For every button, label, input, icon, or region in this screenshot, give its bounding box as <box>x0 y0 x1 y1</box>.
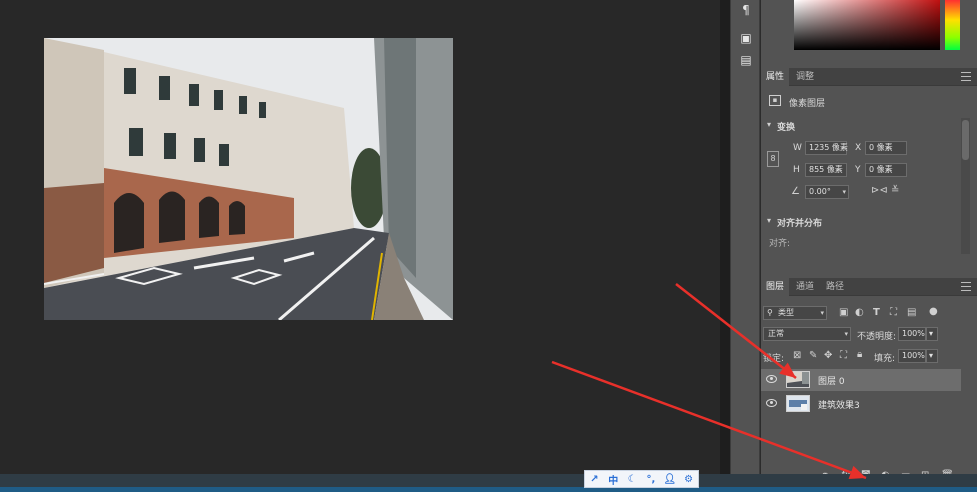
lock-brush-icon[interactable]: ✎ <box>809 350 817 362</box>
hue-slider[interactable] <box>945 0 960 50</box>
punctuation-icon[interactable]: °, <box>644 474 658 485</box>
properties-scrollbar[interactable] <box>961 118 970 254</box>
lock-all-icon[interactable]: 🔒︎ <box>857 349 862 361</box>
angle-value: 0.00° <box>809 187 831 196</box>
chevron-down-icon[interactable]: ▾ <box>767 215 771 227</box>
tab-layers[interactable]: 图层 <box>761 278 790 296</box>
chevron-down-icon: ▾ <box>844 330 848 338</box>
angle-field[interactable]: 0.00° ▾ <box>805 185 849 199</box>
ime-mode-toggle[interactable]: 中 <box>606 472 620 487</box>
layers-tabbar: 图层 通道 路径 <box>761 278 977 296</box>
properties-menu-icon[interactable] <box>961 72 971 81</box>
layer-row[interactable]: 图层 0 <box>761 369 961 391</box>
filter-smart-object-icon[interactable]: ▤ <box>907 307 916 319</box>
lock-label: 锁定: <box>763 354 785 364</box>
tab-adjustments[interactable]: 调整 <box>791 68 819 86</box>
filter-adjustment-icon[interactable]: ◐ <box>855 307 864 319</box>
street-photo-illustration <box>44 38 453 320</box>
ime-toolbar: ↗ 中 ☾ °, 👤︎ ⚙ <box>584 470 699 488</box>
opacity-field[interactable]: 100% <box>898 327 926 341</box>
visibility-eye-icon[interactable] <box>766 399 777 407</box>
layer-name[interactable]: 图层 0 <box>818 374 845 387</box>
color-panel <box>761 0 977 64</box>
tab-paths[interactable]: 路径 <box>821 278 849 296</box>
visibility-eye-icon[interactable] <box>766 375 777 383</box>
filter-toggle-icon[interactable]: ● <box>929 306 938 318</box>
notes-icon[interactable]: ▤ <box>738 52 754 68</box>
opacity-label: 不透明度: <box>857 332 897 342</box>
align-heading[interactable]: 对齐并分布 <box>777 216 822 229</box>
filter-pixel-icon[interactable]: ▣ <box>839 307 848 319</box>
flip-horizontal-icon[interactable]: ⊳⊲ <box>871 185 888 197</box>
transform-heading[interactable]: 变换 <box>777 120 795 133</box>
moon-icon[interactable]: ☾ <box>625 474 639 485</box>
y-label: Y <box>855 165 861 175</box>
flip-vertical-icon[interactable]: ≚ <box>891 185 899 197</box>
scrollbar-thumb[interactable] <box>962 120 969 160</box>
align-label: 对齐: <box>769 239 791 249</box>
tab-properties[interactable]: 属性 <box>761 68 790 86</box>
w-label: W <box>793 143 802 153</box>
chevron-down-icon[interactable]: ▾ <box>842 186 846 198</box>
layer-thumbnail <box>786 395 810 412</box>
width-field[interactable]: 1235 像素 <box>805 141 848 155</box>
search-icon: ⚲ <box>767 308 773 317</box>
x-label: X <box>855 143 862 153</box>
paragraph-icon[interactable]: ¶ <box>738 2 754 18</box>
layer-filter-value: 类型 <box>778 308 794 317</box>
y-field[interactable]: 0 像素 <box>865 163 907 177</box>
lock-transparency-icon[interactable]: ⊠ <box>793 350 801 362</box>
height-field[interactable]: 855 像素 <box>805 163 847 177</box>
layer-row[interactable]: 建筑效果3 <box>761 393 961 415</box>
libraries-icon[interactable]: ▣ <box>738 30 754 46</box>
canvas-area[interactable] <box>0 0 720 474</box>
filter-shape-icon[interactable]: ⛶ <box>890 307 897 319</box>
blend-mode-value: 正常 <box>768 329 784 338</box>
layer-filter-select[interactable]: ⚲ 类型 ▾ <box>763 306 827 320</box>
angle-icon: ∠ <box>791 186 800 197</box>
fill-label: 填充: <box>874 354 896 364</box>
user-icon[interactable]: 👤︎ <box>663 474 677 485</box>
layer-thumbnail <box>786 371 810 388</box>
fill-dropdown[interactable]: ▾ <box>926 349 938 363</box>
layers-panel: ⚲ 类型 ▾ ▣ ◐ T ⛶ ▤ ● 正常 ▾ 不透明度: 100% ▾ 锁定:… <box>761 296 977 474</box>
collapsed-panel-strip: ¶ ▣ ▤ <box>730 0 760 474</box>
gear-icon[interactable]: ⚙ <box>682 474 696 485</box>
properties-panel: ▪ 像素图层 ▾ 变换 8 W 1235 像素 X 0 像素 H 855 像素 … <box>761 88 977 256</box>
color-picker-field[interactable] <box>794 0 940 50</box>
lock-move-icon[interactable]: ✥ <box>824 350 832 362</box>
layer-type-label: 像素图层 <box>789 99 826 109</box>
chevron-down-icon[interactable]: ▾ <box>767 119 771 131</box>
tab-channels[interactable]: 通道 <box>791 278 819 296</box>
link-icon[interactable]: 8 <box>767 151 779 167</box>
opacity-dropdown[interactable]: ▾ <box>926 327 938 341</box>
pixel-layer-icon: ▪ <box>769 95 781 106</box>
h-label: H <box>793 165 800 175</box>
taskbar-accent <box>0 487 977 492</box>
ime-logo-icon[interactable]: ↗ <box>587 474 601 485</box>
blend-mode-select[interactable]: 正常 ▾ <box>763 327 851 341</box>
properties-tabbar: 属性 调整 <box>761 68 977 86</box>
fill-field[interactable]: 100% <box>898 349 926 363</box>
layer-name[interactable]: 建筑效果3 <box>818 398 860 411</box>
x-field[interactable]: 0 像素 <box>865 141 907 155</box>
panel-splitter[interactable] <box>720 0 730 474</box>
panel-column: 属性 调整 ▪ 像素图层 ▾ 变换 8 W 1235 像素 X 0 像素 H 8… <box>761 0 977 481</box>
chevron-down-icon: ▾ <box>820 309 824 317</box>
document-image[interactable] <box>44 38 453 320</box>
filter-type-icon[interactable]: T <box>873 307 880 319</box>
lock-artboard-icon[interactable]: ⛶ <box>840 350 847 362</box>
layers-menu-icon[interactable] <box>961 282 971 291</box>
